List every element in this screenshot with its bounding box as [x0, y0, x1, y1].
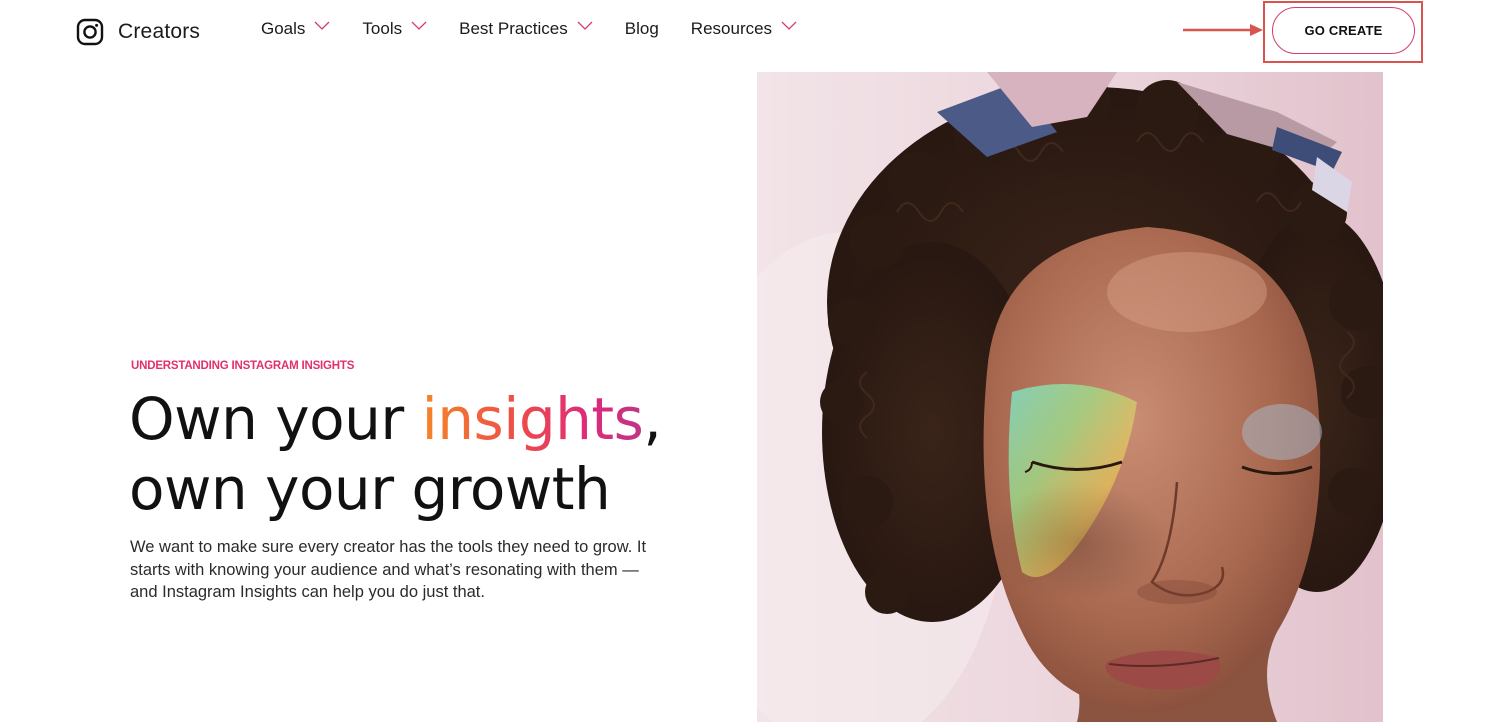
nav-item-label: Goals: [261, 19, 306, 38]
nav-item-tools[interactable]: Tools: [362, 19, 427, 39]
hero-headline: Own your insights, own your growth: [129, 384, 689, 524]
nav-item-label: Resources: [690, 19, 773, 38]
site-header: Creators Goals Tools Best Practices Blog…: [0, 0, 1500, 64]
nav-item-label: Best Practices: [459, 19, 568, 38]
hero-eyebrow: UNDERSTANDING INSTAGRAM INSIGHTS: [131, 360, 355, 372]
nav-item-label: Tools: [362, 19, 403, 38]
nav-item-blog[interactable]: Blog: [625, 19, 659, 39]
instagram-icon: [76, 18, 104, 46]
nav-item-resources[interactable]: Resources: [691, 19, 797, 39]
hero-description: We want to make sure every creator has t…: [130, 538, 647, 601]
chevron-down-icon: [314, 21, 330, 30]
chevron-down-icon: [411, 21, 427, 30]
go-create-button[interactable]: GO CREATE: [1272, 7, 1415, 54]
main-nav: Goals Tools Best Practices Blog Resource…: [261, 19, 797, 39]
headline-accent-word: insights: [421, 385, 644, 453]
headline-comma: ,: [643, 385, 662, 453]
headline-text: Own your: [129, 385, 422, 453]
nav-item-label: Blog: [624, 19, 659, 38]
brand-name: Creators: [118, 20, 201, 43]
brand-home-link[interactable]: Creators: [76, 16, 200, 48]
chevron-down-icon: [781, 21, 797, 30]
chevron-down-icon: [577, 21, 593, 30]
nav-item-best-practices[interactable]: Best Practices: [459, 19, 593, 39]
arrow-right-icon: [1183, 24, 1263, 36]
nav-item-goals[interactable]: Goals: [261, 19, 330, 39]
headline-line-2: own your growth: [129, 455, 611, 523]
hero-portrait-image: [757, 72, 1383, 722]
